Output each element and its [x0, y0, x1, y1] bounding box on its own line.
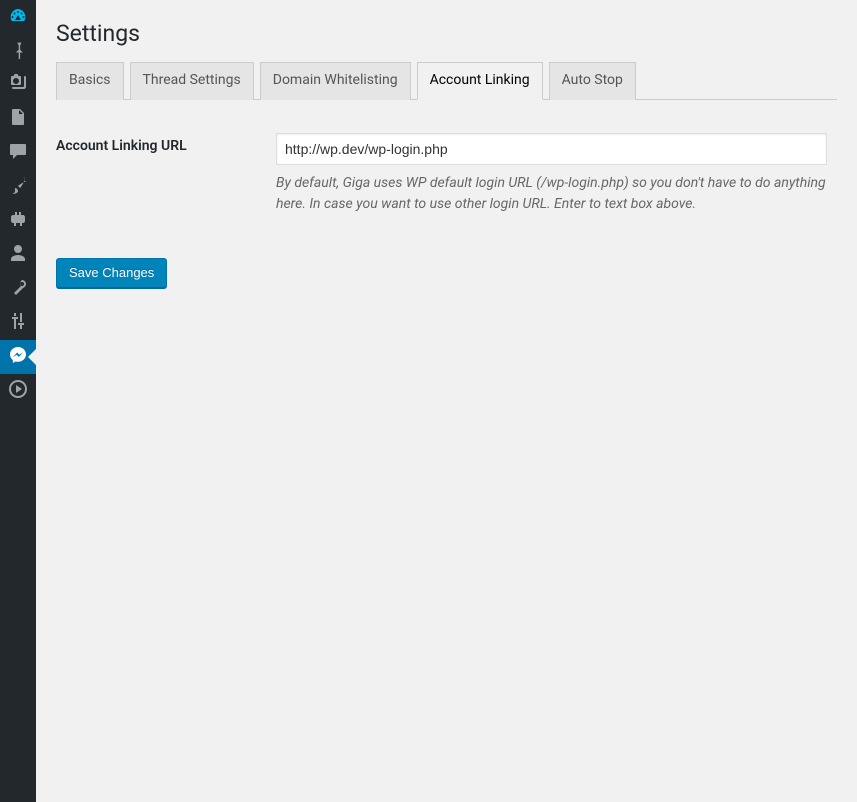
- admin-sidebar: [0, 0, 36, 802]
- sidebar-item-messenger[interactable]: [0, 340, 36, 374]
- messenger-icon: [8, 345, 28, 369]
- account-linking-field-wrap: By default, Giga uses WP default login U…: [276, 118, 837, 230]
- save-button[interactable]: Save Changes: [56, 258, 167, 288]
- sidebar-item-posts[interactable]: [0, 34, 36, 68]
- page-title: Settings: [56, 10, 837, 53]
- play-icon: [8, 379, 28, 403]
- comments-icon: [8, 141, 28, 165]
- tab-thread-settings[interactable]: Thread Settings: [130, 62, 254, 100]
- tab-auto-stop[interactable]: Auto Stop: [549, 62, 636, 100]
- plugins-icon: [8, 209, 28, 233]
- sidebar-item-appearance[interactable]: [0, 170, 36, 204]
- sidebar-item-plugins[interactable]: [0, 204, 36, 238]
- settings-icon: [8, 311, 28, 335]
- submit-wrap: Save Changes: [56, 258, 837, 288]
- sidebar-item-tools[interactable]: [0, 272, 36, 306]
- sidebar-item-play[interactable]: [0, 374, 36, 408]
- account-linking-input[interactable]: [276, 133, 827, 165]
- brush-icon: [8, 175, 28, 199]
- form-row-account-linking: Account Linking URL By default, Giga use…: [56, 118, 837, 230]
- content-area: Settings Basics Thread Settings Domain W…: [36, 0, 857, 802]
- sidebar-item-settings[interactable]: [0, 306, 36, 340]
- users-icon: [8, 243, 28, 267]
- sidebar-item-pages[interactable]: [0, 102, 36, 136]
- sidebar-item-media[interactable]: [0, 68, 36, 102]
- sidebar-item-comments[interactable]: [0, 136, 36, 170]
- tools-icon: [8, 277, 28, 301]
- pin-icon: [8, 39, 28, 63]
- dashboard-icon: [8, 5, 28, 29]
- tab-basics[interactable]: Basics: [56, 62, 124, 100]
- tabs-nav: Basics Thread Settings Domain Whitelisti…: [56, 62, 837, 100]
- media-icon: [8, 73, 28, 97]
- sidebar-item-users[interactable]: [0, 238, 36, 272]
- sidebar-item-dashboard[interactable]: [0, 0, 36, 34]
- tab-domain-whitelisting[interactable]: Domain Whitelisting: [260, 62, 411, 100]
- account-linking-label: Account Linking URL: [56, 118, 276, 174]
- settings-form: Account Linking URL By default, Giga use…: [56, 118, 837, 230]
- account-linking-description: By default, Giga uses WP default login U…: [276, 173, 827, 215]
- tab-account-linking[interactable]: Account Linking: [417, 62, 543, 100]
- pages-icon: [8, 107, 28, 131]
